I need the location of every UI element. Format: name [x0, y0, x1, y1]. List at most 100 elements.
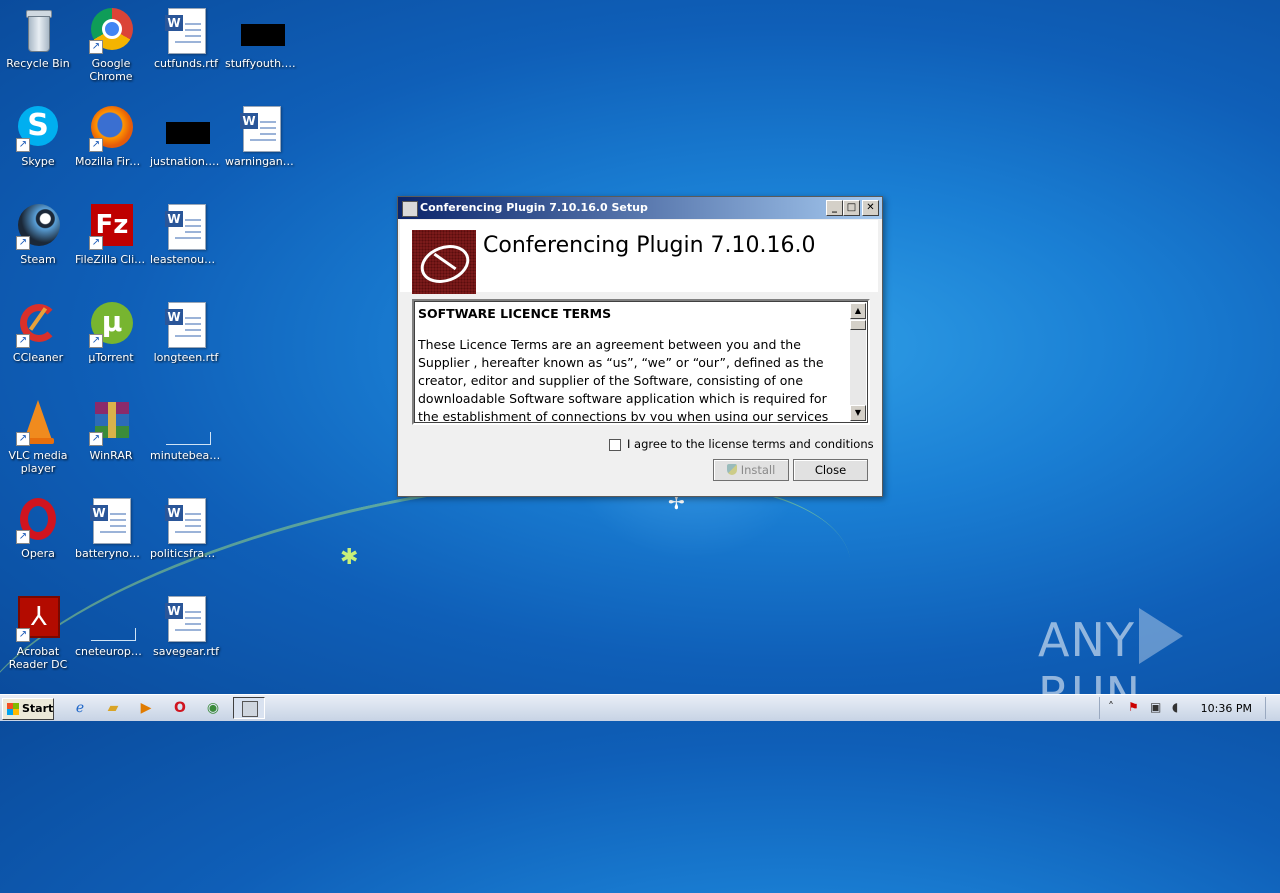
word-document-icon: W [162, 6, 210, 54]
close-window-button[interactable]: ✕ [862, 200, 879, 216]
skype-icon: S ↗ [14, 104, 62, 152]
agree-label: I agree to the license terms and conditi… [627, 437, 874, 451]
dialog-titlebar[interactable]: Conferencing Plugin 7.10.16.0 Setup _ □ … [398, 197, 882, 219]
desktop-icon-warningans[interactable]: W warningans… [223, 104, 299, 168]
desktop-icon-skype[interactable]: S ↗ Skype [0, 104, 76, 168]
desktop-icon-politicsfranc[interactable]: W politicsfranc… [148, 496, 224, 560]
desktop-icon-opera[interactable]: ↗ Opera [0, 496, 76, 560]
word-document-icon: W [237, 104, 285, 152]
scroll-down-arrow-icon[interactable]: ▼ [850, 405, 866, 421]
desktop-icon-label: Mozilla Firefox [75, 155, 149, 168]
desktop-icon-cutfunds[interactable]: W cutfunds.rtf [148, 6, 224, 70]
show-hidden-icons-icon[interactable]: ˄ [1108, 700, 1114, 714]
clock[interactable]: 10:36 PM [1201, 702, 1252, 715]
volume-icon[interactable]: ◖ [1172, 700, 1178, 714]
product-logo [412, 230, 476, 294]
desktop-icon-vlc[interactable]: ↗ VLC media player [0, 398, 76, 475]
firefox-icon: ↗ [87, 104, 135, 152]
install-button[interactable]: Install [713, 459, 789, 481]
desktop-icon-label: leastenough… [150, 253, 224, 266]
image-thumbnail-icon [162, 104, 210, 152]
agree-checkbox[interactable] [609, 438, 621, 451]
license-body: These Licence Terms are an agreement bet… [418, 337, 829, 421]
image-thumbnail-icon [237, 6, 285, 54]
blank-file-icon [162, 398, 211, 446]
chrome-taskbar-icon[interactable]: ◉ [203, 698, 223, 718]
media-player-icon[interactable]: ▶ [136, 698, 156, 718]
desktop-icon-stuffyouth[interactable]: stuffyouth.jpg [223, 6, 299, 70]
winrar-icon: ↗ [87, 398, 135, 446]
desktop-icon-label: Google Chrome [89, 57, 133, 83]
desktop-icon-google-chrome[interactable]: ↗ Google Chrome [73, 6, 149, 83]
desktop-icon-cneteuroper[interactable]: cneteuroper… [73, 594, 149, 658]
desktop-icon-label: batterynow… [75, 547, 149, 560]
product-title: Conferencing Plugin 7.10.16.0 [483, 233, 816, 258]
desktop-icon-filezilla[interactable]: Fz ↗ FileZilla Client [73, 202, 149, 266]
desktop-icon-label: FileZilla Client [75, 253, 149, 266]
opera-taskbar-icon[interactable]: O [170, 698, 190, 718]
desktop-icon-label: stuffyouth.jpg [225, 57, 299, 70]
wallpaper-leaf-icon: ✱ [340, 545, 359, 570]
desktop-icon-utorrent[interactable]: µ ↗ µTorrent [73, 300, 149, 364]
acrobat-reader-icon: ⅄ ↗ [14, 594, 62, 642]
close-button[interactable]: Close [793, 459, 868, 481]
install-label: Install [740, 463, 776, 477]
play-triangle-icon [1138, 608, 1183, 664]
action-center-flag-icon[interactable]: ⚑ [1128, 700, 1139, 714]
show-desktop-button[interactable] [1265, 697, 1280, 719]
network-icon[interactable]: ▣ [1150, 700, 1161, 714]
desktop-icon-minutebeau[interactable]: minutebeau… [148, 398, 224, 462]
file-explorer-icon[interactable]: ▰ [103, 698, 123, 718]
scroll-up-arrow-icon[interactable]: ▲ [850, 303, 866, 319]
license-text: SOFTWARE LICENCE TERMS These Licence Ter… [418, 305, 848, 421]
desktop-icon-acrobat[interactable]: ⅄ ↗ Acrobat Reader DC [0, 594, 76, 671]
desktop-icon-savegear[interactable]: W savegear.rtf [148, 594, 224, 658]
license-heading: SOFTWARE LICENCE TERMS [418, 306, 612, 321]
desktop-icon-label: CCleaner [12, 351, 64, 364]
desktop-icon-leastenough[interactable]: W leastenough… [148, 202, 224, 266]
desktop-icon-label: politicsfranc… [150, 547, 224, 560]
windows-flag-icon [7, 703, 19, 715]
license-text-box[interactable]: SOFTWARE LICENCE TERMS These Licence Ter… [412, 299, 870, 425]
minimize-button[interactable]: _ [826, 200, 843, 216]
chrome-icon: ↗ [87, 6, 135, 54]
vlc-cone-icon: ↗ [14, 398, 62, 446]
word-document-icon: W [162, 496, 210, 544]
desktop-icon-recycle-bin[interactable]: Recycle Bin [0, 6, 76, 70]
license-scrollbar[interactable]: ▲ ▼ [850, 303, 866, 421]
opera-icon: ↗ [14, 496, 62, 544]
internet-explorer-icon[interactable]: ℯ [70, 698, 90, 718]
ccleaner-icon: ↗ [14, 300, 62, 348]
desktop-icon-batterynow[interactable]: W batterynow… [73, 496, 149, 560]
word-document-icon: W [162, 202, 210, 250]
desktop-icon-winrar[interactable]: ↗ WinRAR [73, 398, 149, 462]
dialog-header-panel: Conferencing Plugin 7.10.16.0 [400, 220, 878, 294]
agree-row[interactable]: I agree to the license terms and conditi… [609, 437, 874, 451]
desktop-icon-firefox[interactable]: ↗ Mozilla Firefox [73, 104, 149, 168]
start-label: Start [22, 702, 54, 715]
desktop-icon-ccleaner[interactable]: ↗ CCleaner [0, 300, 76, 364]
steam-icon: ↗ [14, 202, 62, 250]
desktop-icon-label: cutfunds.rtf [153, 57, 219, 70]
start-button[interactable]: Start [2, 698, 54, 720]
desktop-icon-steam[interactable]: ↗ Steam [0, 202, 76, 266]
word-document-icon: W [87, 496, 135, 544]
desktop-icon-label: Recycle Bin [6, 57, 70, 70]
desktop-icon-label: µTorrent [88, 351, 134, 364]
taskbar-setup-window[interactable] [233, 697, 265, 719]
installer-icon [402, 201, 418, 217]
scrollbar-thumb[interactable] [850, 320, 866, 330]
dialog-title: Conferencing Plugin 7.10.16.0 Setup [420, 201, 648, 214]
desktop-icon-label: VLC media player [8, 449, 68, 475]
desktop-icon-justnation[interactable]: justnation.jpg [148, 104, 224, 168]
desktop-icon-label: justnation.jpg [150, 155, 224, 168]
maximize-button[interactable]: □ [843, 200, 860, 216]
desktop-icon-longteen[interactable]: W longteen.rtf [148, 300, 224, 364]
desktop-icon-label: cneteuroper… [75, 645, 149, 658]
desktop-icon-label: longteen.rtf [153, 351, 219, 364]
filezilla-icon: Fz ↗ [87, 202, 135, 250]
utorrent-icon: µ ↗ [87, 300, 135, 348]
uac-shield-icon [726, 464, 737, 475]
blank-file-icon [87, 594, 136, 642]
desktop-icon-label: warningans… [225, 155, 299, 168]
